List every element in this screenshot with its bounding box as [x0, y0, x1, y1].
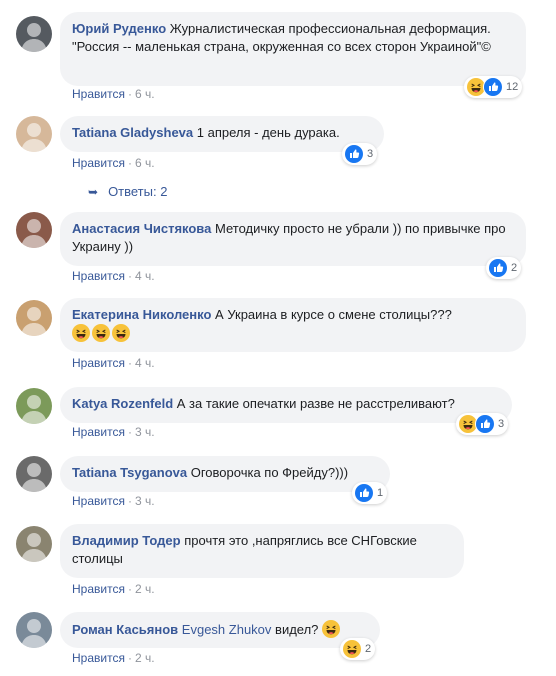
comment-bubble: Екатерина Николенко А Украина в курсе о … — [60, 298, 526, 352]
reaction-count: 2 — [511, 262, 518, 274]
reaction-summary[interactable]: 1 — [352, 482, 388, 504]
like-icon — [475, 414, 495, 434]
laughing-emoji-icon — [112, 324, 130, 342]
reaction-count: 12 — [506, 81, 519, 93]
reaction-count: 2 — [365, 643, 372, 655]
comment-bubble: Tatiana Gladysheva 1 апреля - день дурак… — [60, 116, 384, 152]
comment-bubble: Владимир Тодер прочтя это ,напряглись вс… — [60, 524, 464, 578]
comment-text: Оговорочка по Фрейду?))) — [190, 465, 349, 480]
comment-text: А за такие опечатки разве не расстрелива… — [176, 396, 455, 411]
timestamp[interactable]: 2 ч. — [135, 651, 155, 665]
reaction-summary[interactable]: 3 — [456, 413, 509, 435]
reaction-summary[interactable]: 2 — [486, 257, 522, 279]
like-link[interactable]: Нравится — [72, 494, 125, 508]
reaction-count: 3 — [498, 418, 505, 430]
avatar-icon — [16, 456, 52, 492]
avatar-icon — [16, 16, 52, 52]
comment-author[interactable]: Владимир Тодер — [72, 533, 181, 548]
avatar-icon — [16, 388, 52, 424]
timestamp[interactable]: 4 ч. — [135, 269, 155, 283]
laughing-emoji-icon — [322, 620, 340, 638]
comment-meta: Нравится · 2 ч. — [72, 582, 155, 596]
like-link[interactable]: Нравится — [72, 87, 125, 101]
like-link[interactable]: Нравится — [72, 651, 125, 665]
avatar-icon — [16, 212, 52, 248]
comment-bubble: Анастасия Чистякова Методичку просто не … — [60, 212, 526, 266]
comment-meta: Нравится · 4 ч. — [72, 269, 155, 283]
avatar[interactable] — [16, 526, 52, 562]
comment-author[interactable]: Анастасия Чистякова — [72, 221, 211, 236]
comment-text: видел? — [275, 622, 319, 637]
avatar-icon — [16, 116, 52, 152]
reaction-count: 3 — [367, 148, 374, 160]
like-icon — [354, 483, 374, 503]
view-replies-link[interactable]: ➥ Ответы: 2 — [88, 184, 167, 199]
avatar-icon — [16, 300, 52, 336]
comment-meta: Нравится · 6 ч. — [72, 156, 155, 170]
comment-author[interactable]: Tatiana Tsyganova — [72, 465, 187, 480]
comment-meta: Нравится · 3 ч. — [72, 425, 155, 439]
reaction-summary[interactable]: 3 — [342, 143, 378, 165]
comment-meta: Нравится · 2 ч. — [72, 651, 155, 665]
like-link[interactable]: Нравится — [72, 582, 125, 596]
avatar[interactable] — [16, 456, 52, 492]
like-link[interactable]: Нравится — [72, 356, 125, 370]
comment-text: А Украина в курсе о смене столицы??? — [215, 307, 452, 322]
comment-author[interactable]: Tatiana Gladysheva — [72, 125, 193, 140]
avatar[interactable] — [16, 116, 52, 152]
timestamp[interactable]: 2 ч. — [135, 582, 155, 596]
avatar[interactable] — [16, 612, 52, 648]
comment-meta: Нравится · 6 ч. — [72, 87, 155, 101]
avatar-icon — [16, 612, 52, 648]
reaction-summary[interactable]: 2 — [340, 638, 376, 660]
comment-meta: Нравится · 4 ч. — [72, 356, 155, 370]
timestamp[interactable]: 3 ч. — [135, 425, 155, 439]
timestamp[interactable]: 6 ч. — [135, 87, 155, 101]
like-link[interactable]: Нравится — [72, 156, 125, 170]
mention-link[interactable]: Evgesh Zhukov — [182, 622, 272, 637]
timestamp[interactable]: 3 ч. — [135, 494, 155, 508]
like-icon — [488, 258, 508, 278]
comment-bubble: Юрий Руденко Журналистическая профессион… — [60, 12, 526, 86]
laughing-emoji-icon — [92, 324, 110, 342]
like-icon — [483, 77, 503, 97]
comment-text: 1 апреля - день дурака. — [196, 125, 340, 140]
avatar-icon — [16, 526, 52, 562]
reaction-count: 1 — [377, 487, 384, 499]
like-link[interactable]: Нравится — [72, 269, 125, 283]
comment-meta: Нравится · 3 ч. — [72, 494, 155, 508]
replies-label[interactable]: Ответы: 2 — [108, 184, 167, 199]
timestamp[interactable]: 6 ч. — [135, 156, 155, 170]
reaction-summary[interactable]: 12 — [464, 76, 523, 98]
like-link[interactable]: Нравится — [72, 425, 125, 439]
comment-author[interactable]: Katya Rozenfeld — [72, 396, 173, 411]
avatar[interactable] — [16, 16, 52, 52]
comment-bubble: Katya Rozenfeld А за такие опечатки разв… — [60, 387, 512, 423]
comment-bubble: Tatiana Tsyganova Оговорочка по Фрейду?)… — [60, 456, 390, 492]
avatar[interactable] — [16, 212, 52, 248]
timestamp[interactable]: 4 ч. — [135, 356, 155, 370]
haha-icon — [342, 639, 362, 659]
avatar[interactable] — [16, 388, 52, 424]
like-icon — [344, 144, 364, 164]
comment-author[interactable]: Роман Касьянов — [72, 622, 178, 637]
avatar[interactable] — [16, 300, 52, 336]
laughing-emoji-icon — [72, 324, 90, 342]
reply-arrow-icon: ➥ — [88, 185, 99, 199]
comment-author[interactable]: Екатерина Николенко — [72, 307, 211, 322]
comment-bubble: Роман Касьянов Evgesh Zhukov видел? — [60, 612, 380, 648]
comment-author[interactable]: Юрий Руденко — [72, 21, 166, 36]
